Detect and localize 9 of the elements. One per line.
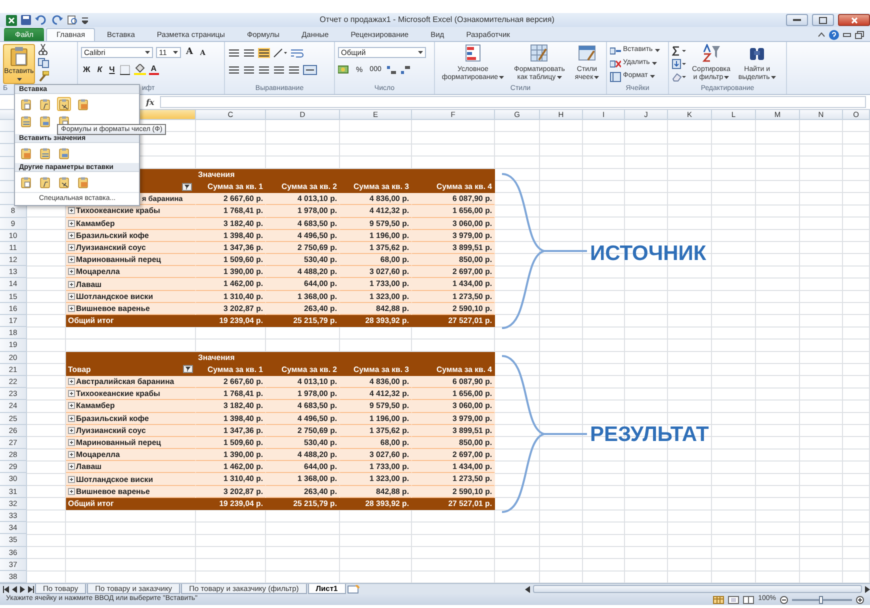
font-color-button[interactable]: A <box>148 64 159 75</box>
underline-button[interactable]: Ч <box>107 64 117 75</box>
italic-button[interactable]: К <box>95 64 104 75</box>
annotation-label: РЕЗУЛЬТАТ <box>590 424 709 445</box>
bold-button[interactable]: Ж <box>81 64 92 75</box>
grow-font-button[interactable]: A <box>184 47 195 58</box>
window-title: Отчет о продажах1 - Microsoft Excel (Ознакомительная версия) <box>318 14 556 26</box>
annotation-label: ИСТОЧНИК <box>590 243 706 264</box>
function-button[interactable]: fx <box>146 96 154 108</box>
